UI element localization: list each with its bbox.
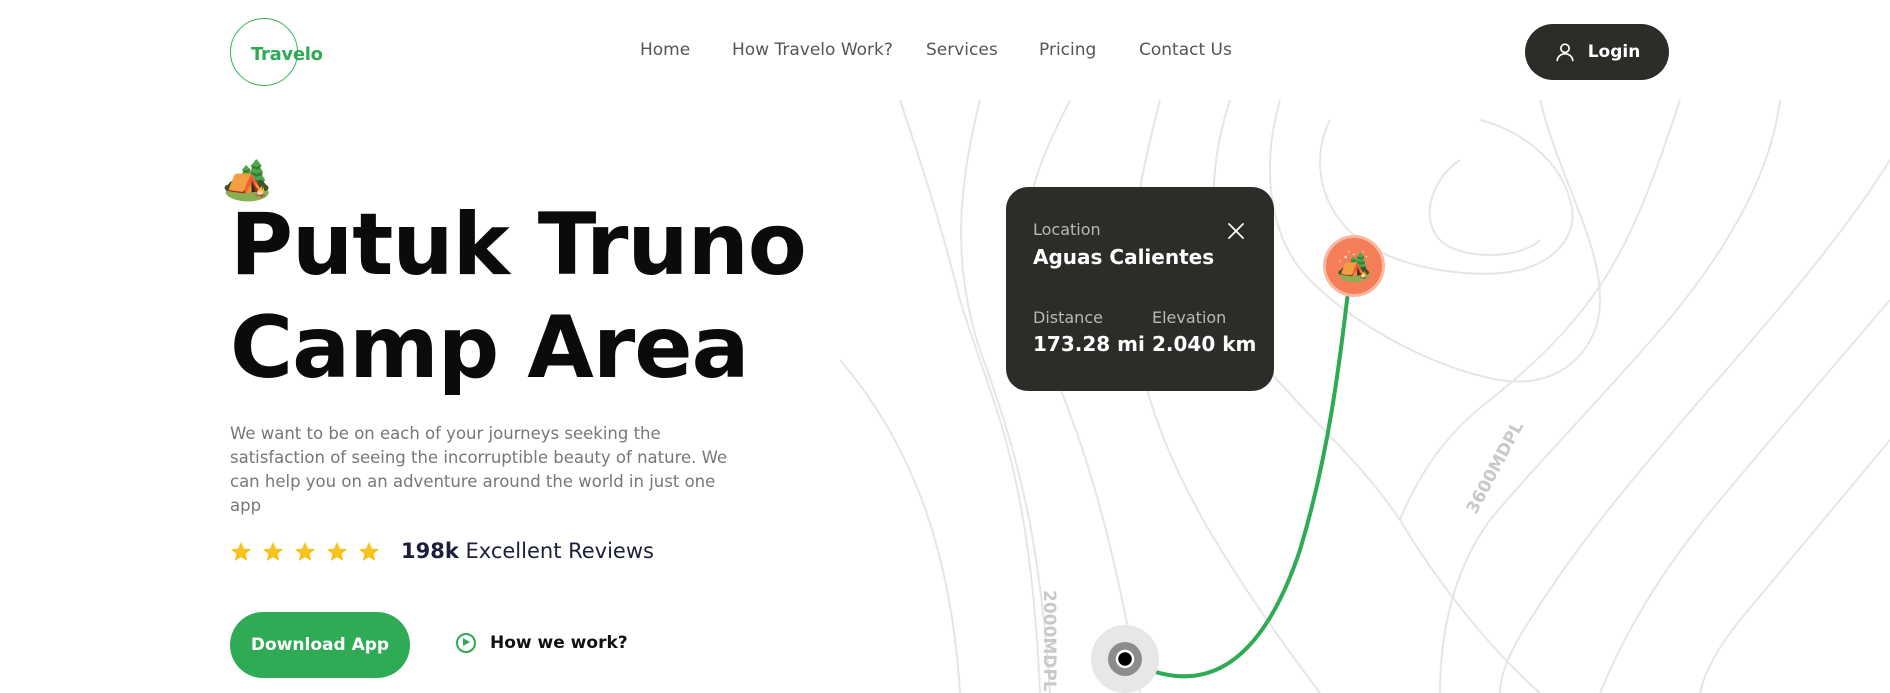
camp-icon: 🏕️ xyxy=(1336,250,1372,282)
logo-text: Travelo xyxy=(251,44,323,65)
elevation-label: Elevation xyxy=(1152,308,1227,327)
logo[interactable]: Travelo xyxy=(230,18,323,86)
hero-title-line2: Camp Area xyxy=(230,298,750,398)
how-we-work-link[interactable]: How we work? xyxy=(456,633,628,653)
contour-map: 3600MDPL 2000MDPL xyxy=(840,100,1890,693)
review-summary: 198k Excellent Reviews xyxy=(401,539,654,563)
distance-label: Distance xyxy=(1033,308,1103,327)
star-icon xyxy=(231,542,251,561)
elevation-value: 2.040 km xyxy=(1152,332,1257,356)
download-app-button[interactable]: Download App xyxy=(230,612,410,678)
review-label: Excellent Reviews xyxy=(465,539,654,563)
star-icon xyxy=(327,542,347,561)
hero-title-line1: Putuk Truno xyxy=(230,195,807,295)
contour-label-3600: 3600MDPL xyxy=(1463,418,1528,517)
start-point[interactable] xyxy=(1115,649,1135,669)
distance-value: 173.28 mi xyxy=(1033,332,1145,356)
how-we-work-label: How we work? xyxy=(490,633,628,653)
star-icon xyxy=(295,542,315,561)
nav-services[interactable]: Services xyxy=(926,40,998,60)
contour-label-2000: 2000MDPL xyxy=(1039,590,1059,692)
location-info-card: Location Aguas Calientes Distance 173.28… xyxy=(1006,187,1274,391)
nav-how-it-works[interactable]: How Travelo Work? xyxy=(732,40,893,60)
login-button[interactable]: Login xyxy=(1525,24,1669,80)
destination-pin[interactable]: 🏕️ xyxy=(1326,238,1382,294)
review-count: 198k xyxy=(401,539,459,563)
star-icon xyxy=(359,542,379,561)
close-icon[interactable] xyxy=(1227,222,1245,240)
star-rating xyxy=(229,540,381,564)
hero-description: We want to be on each of your journeys s… xyxy=(230,424,728,515)
user-icon xyxy=(1556,43,1574,62)
nav-contact-us[interactable]: Contact Us xyxy=(1139,40,1232,60)
nav-home[interactable]: Home xyxy=(640,40,690,60)
star-icon xyxy=(263,542,283,561)
location-value: Aguas Calientes xyxy=(1033,245,1215,269)
location-label: Location xyxy=(1033,220,1101,239)
nav-pricing[interactable]: Pricing xyxy=(1039,40,1096,60)
hero-title: Putuk Truno Camp Area xyxy=(230,194,870,400)
login-label: Login xyxy=(1587,42,1641,62)
play-icon xyxy=(456,633,476,653)
